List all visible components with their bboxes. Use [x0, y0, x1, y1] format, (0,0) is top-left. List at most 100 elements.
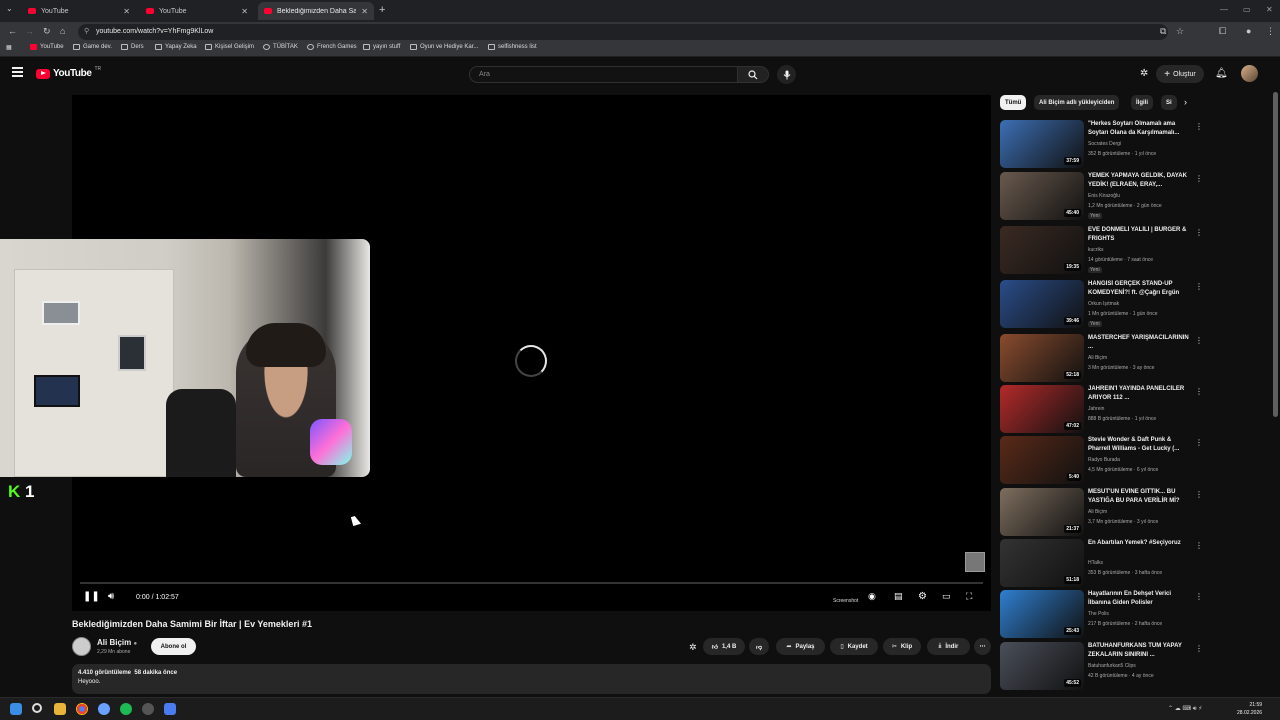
apps-icon[interactable]: ▦ — [6, 44, 12, 51]
bookmark-tubitak[interactable]: TÜBİTAK — [263, 44, 298, 50]
video-thumbnail[interactable]: 19:35 — [1000, 226, 1084, 274]
recommendation-item[interactable]: 52:18 MASTERCHEF YARIŞMACILARININ ... Ali … — [1000, 334, 1205, 384]
dislike-button[interactable]: 👎︎ — [749, 638, 769, 655]
description-box[interactable]: 4.410 görüntüleme 58 dakika önce Heyooo. — [72, 664, 991, 694]
recommendation-channel[interactable]: Ali Biçim — [1088, 509, 1107, 515]
recommendation-item[interactable]: 39:46 HANGİSİ GERÇEK STAND-UP KOMEDYENİ?!… — [1000, 280, 1205, 330]
recommendation-item[interactable]: 45:52 BATUHANFURKANS TÜM YAPAY ZEKALARIN … — [1000, 642, 1205, 692]
recommendation-channel[interactable]: kucriks — [1088, 247, 1104, 253]
screenshot-label[interactable]: Screenshot — [833, 598, 858, 604]
autoplay-toggle-icon[interactable]: ◉ — [868, 591, 876, 602]
browser-menu-icon[interactable]: ⋮ — [1266, 26, 1275, 37]
chevron-right-icon[interactable]: › — [1184, 97, 1187, 107]
vscode-icon[interactable] — [164, 703, 176, 715]
recommendation-title[interactable]: "Herkes Soytarı Olmamalı ama Soytarı Ola… — [1088, 120, 1192, 138]
video-thumbnail[interactable]: 39:46 — [1000, 280, 1084, 328]
recommendation-title[interactable]: EVE DÖNMELİ YALİLİ | BURGER & FRIGHTS — [1088, 226, 1192, 244]
progress-bar[interactable] — [80, 582, 983, 584]
spotify-icon[interactable] — [120, 703, 132, 715]
fullscreen-icon[interactable]: ⛶ — [966, 591, 972, 602]
recommendation-title[interactable]: Stevie Wonder & Daft Punk & Pharrell Wil… — [1088, 436, 1192, 454]
video-thumbnail[interactable]: 25:43 — [1000, 590, 1084, 638]
like-button[interactable]: 👍︎ 1,4 B — [703, 638, 745, 655]
bookmark-folder[interactable]: Game dev. — [73, 44, 112, 50]
recommendation-channel[interactable]: Enis Kirazoğlu — [1088, 193, 1120, 199]
tab-search-icon[interactable]: ⌄ — [6, 4, 13, 13]
video-thumbnail[interactable]: 51:18 — [1000, 539, 1084, 587]
settings-gear-icon[interactable]: ⚙ — [918, 591, 927, 602]
close-tab-icon[interactable]: ✕ — [123, 7, 130, 16]
recommendation-title[interactable]: BATUHANFURKANS TÜM YAPAY ZEKALARIN SINIR… — [1088, 642, 1192, 660]
youtube-logo[interactable]: YouTube TR — [36, 66, 101, 79]
forward-icon[interactable]: → — [25, 26, 34, 36]
more-vertical-icon[interactable]: ⋮ — [1195, 490, 1203, 499]
channel-avatar[interactable] — [72, 637, 91, 656]
profile-icon[interactable]: ● — [1246, 26, 1251, 36]
recommendation-item[interactable]: 47:02 JAHREIN'İ YAYINDA PANELCİLER ARIYOR… — [1000, 385, 1205, 435]
search-button[interactable] — [737, 66, 769, 83]
recommendation-channel[interactable]: Jahrein — [1088, 406, 1104, 412]
subscribe-button[interactable]: Abone ol — [151, 638, 196, 655]
bookmark-folder[interactable]: Ders — [121, 44, 144, 50]
browser-tab-3[interactable]: Beklediğimizden Daha Samimi ✕ — [258, 2, 374, 20]
chip-related[interactable]: İlgili — [1131, 95, 1153, 110]
recommendation-title[interactable]: HANGİSİ GERÇEK STAND-UP KOMEDYENİ?! ft. … — [1088, 280, 1192, 298]
cast-settings-icon[interactable]: ✲ — [1140, 68, 1148, 79]
file-explorer-icon[interactable] — [54, 703, 66, 715]
recommendation-channel[interactable]: Batuhanfurkan5 Clips — [1088, 663, 1136, 669]
close-tab-icon[interactable]: ✕ — [241, 7, 248, 16]
voice-search-button[interactable] — [777, 65, 796, 84]
recommendation-title[interactable]: En Abartılan Yemek? #Seçiyoruz — [1088, 539, 1192, 548]
browser-tab-1[interactable]: YouTube ✕ — [22, 2, 136, 20]
close-window-icon[interactable]: ✕ — [1266, 5, 1273, 14]
chip-more[interactable]: Si — [1161, 95, 1177, 110]
video-thumbnail[interactable]: 37:59 — [1000, 120, 1084, 168]
recommendation-title[interactable]: JAHREIN'İ YAYINDA PANELCİLER ARIYOR 112 … — [1088, 385, 1192, 403]
recommendation-title[interactable]: YEMEK YAPMAYA GELDİK, DAYAK YEDİK! (ELRA… — [1088, 172, 1192, 190]
share-button[interactable]: ➦ Paylaş — [776, 638, 825, 655]
subtitles-icon[interactable]: ▤ — [894, 591, 903, 602]
download-button[interactable]: ⤓ İndir — [927, 638, 970, 655]
chrome-icon[interactable] — [76, 703, 88, 715]
reload-icon[interactable]: ↻ — [43, 26, 51, 37]
account-avatar[interactable] — [1241, 65, 1258, 82]
recommendation-title[interactable]: MESUT'UN EVİNE GİTTİK... BU YASTIĞA BU P… — [1088, 488, 1192, 506]
more-vertical-icon[interactable]: ⋮ — [1195, 228, 1203, 237]
obs-icon[interactable] — [142, 703, 154, 715]
system-tray-icons[interactable]: ⌃ ☁ ⌨ 🔊︎ ⚡ — [1168, 705, 1202, 713]
search-icon[interactable] — [32, 703, 42, 713]
more-vertical-icon[interactable]: ⋮ — [1195, 592, 1203, 601]
install-icon[interactable]: ⧉ — [1160, 26, 1166, 37]
recommendation-channel[interactable]: Ali Biçim — [1088, 355, 1107, 361]
bookmark-folder[interactable]: Kişisel Gelişim — [205, 44, 254, 50]
theater-mode-icon[interactable]: ▭ — [942, 591, 951, 602]
more-vertical-icon[interactable]: ⋮ — [1195, 644, 1203, 653]
close-tab-icon[interactable]: ✕ — [361, 7, 368, 16]
recommendation-channel[interactable]: Orkun Işıtmak — [1088, 301, 1119, 307]
chip-from-uploader[interactable]: Ali Biçim adlı yükleyiciden — [1034, 95, 1120, 110]
bookmark-french-games[interactable]: French Games — [307, 44, 357, 50]
video-thumbnail[interactable]: 47:02 — [1000, 385, 1084, 433]
bookmark-star-icon[interactable]: ☆ — [1176, 26, 1184, 37]
page-scrollbar[interactable] — [1273, 92, 1278, 417]
bookmark-oyun[interactable]: Oyun ve Hediye Kar... — [410, 44, 478, 50]
recommendation-item[interactable]: 5:40 Stevie Wonder & Daft Punk & Pharrell… — [1000, 436, 1205, 486]
more-vertical-icon[interactable]: ⋮ — [1195, 387, 1203, 396]
video-thumbnail[interactable]: 45:52 — [1000, 642, 1084, 690]
more-vertical-icon[interactable]: ⋮ — [1195, 174, 1203, 183]
url-input[interactable]: ⚲ youtube.com/watch?v=YhFmg9KlLow — [78, 24, 1168, 40]
more-actions-button[interactable]: ⋯ — [974, 638, 991, 655]
recommendation-item[interactable]: 37:59 "Herkes Soytarı Olmamalı ama Soytar… — [1000, 120, 1205, 170]
site-info-icon[interactable]: ⚲ — [84, 24, 89, 40]
recommendation-channel[interactable]: Socrates Dergi — [1088, 141, 1121, 147]
recommendation-item[interactable]: 51:18 En Abartılan Yemek? #Seçiyoruz HTalk… — [1000, 539, 1205, 589]
more-vertical-icon[interactable]: ⋮ — [1195, 336, 1203, 345]
new-tab-icon[interactable]: + — [379, 4, 385, 16]
save-button[interactable]: ▯ Kaydet — [830, 638, 878, 655]
recommendation-item[interactable]: 19:35 EVE DÖNMELİ YALİLİ | BURGER & FRIGH… — [1000, 226, 1205, 276]
more-vertical-icon[interactable]: ⋮ — [1195, 541, 1203, 550]
channel-watermark[interactable] — [965, 552, 985, 572]
bookmark-youtube[interactable]: YouTube — [30, 44, 64, 50]
channel-name[interactable]: Ali Biçim ● — [97, 638, 137, 647]
back-icon[interactable]: ← — [8, 26, 17, 36]
